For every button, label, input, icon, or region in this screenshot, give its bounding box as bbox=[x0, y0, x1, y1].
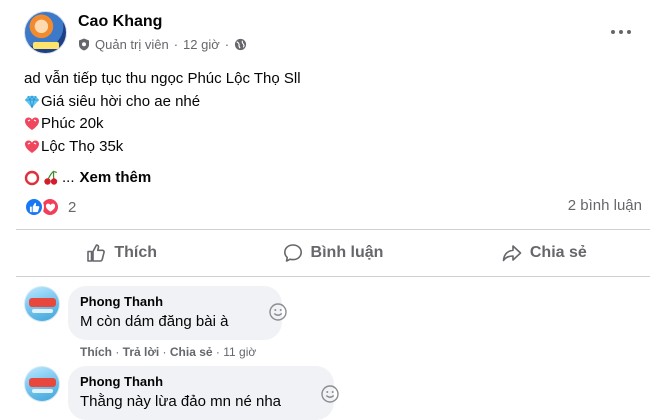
post-line-text: Phúc 20k bbox=[41, 115, 104, 132]
share-label: Chia sẻ bbox=[529, 244, 587, 261]
comment-bubble: Phong Thanh Thằng này lừa đảo mn né nha bbox=[68, 366, 334, 420]
post-line-text: Lộc Thọ 35k bbox=[41, 137, 124, 155]
commenter-avatar[interactable] bbox=[24, 286, 60, 322]
heart-icon bbox=[25, 140, 39, 153]
post-meta: Quản trị viên · 12 giờ · bbox=[78, 37, 247, 52]
comment-count-link[interactable]: 2 bình luận bbox=[568, 197, 642, 214]
meta-separator: · bbox=[224, 37, 230, 52]
post-actions: Thích Bình luận Chia sẻ bbox=[16, 232, 650, 274]
meta-separator: · bbox=[173, 37, 179, 52]
react-emoji-icon[interactable] bbox=[268, 302, 288, 322]
see-more-link[interactable]: Xem thêm bbox=[80, 167, 152, 190]
comment-like-link[interactable]: Thích bbox=[80, 345, 112, 359]
post-line-text: ad vẫn tiếp tục thu ngọc Phúc Lộc Thọ Sl… bbox=[24, 70, 301, 87]
comment-bubble: Phong Thanh M còn dám đăng bài à bbox=[68, 286, 282, 340]
cherries-icon bbox=[44, 170, 58, 185]
like-reaction-icon[interactable] bbox=[24, 197, 44, 217]
comment-share-link[interactable]: Chia sẻ bbox=[170, 345, 213, 359]
globe-icon[interactable] bbox=[234, 38, 247, 51]
dot bbox=[627, 30, 631, 34]
post-line: Lộc Thọ 35k bbox=[24, 136, 301, 159]
reactions-row: 2 2 bình luận bbox=[24, 196, 644, 218]
post-line: Giá siêu hời cho ae nhé bbox=[24, 91, 301, 114]
commenter-name[interactable]: Phong Thanh bbox=[80, 374, 322, 390]
comment-reply-link[interactable]: Trả lời bbox=[123, 345, 160, 359]
comment-bubble-icon bbox=[283, 244, 302, 262]
post-header: Cao Khang Quản trị viên · 12 giờ · bbox=[0, 0, 651, 60]
comment: Phong Thanh M còn dám đăng bài à Thích ·… bbox=[24, 286, 644, 366]
comment-label: Bình luận bbox=[310, 244, 384, 261]
admin-badge-icon bbox=[79, 38, 89, 51]
ellipsis: ... bbox=[62, 169, 75, 186]
like-button[interactable]: Thích bbox=[16, 232, 227, 274]
comment-actions: Thích · Trả lời · Chia sẻ · 11 giờ bbox=[80, 345, 257, 359]
commenter-name[interactable]: Phong Thanh bbox=[80, 294, 270, 310]
comment-text: Thằng này lừa đảo mn né nha bbox=[80, 393, 282, 410]
post-line-text: Giá siêu hời cho ae nhé bbox=[41, 92, 201, 110]
share-button[interactable]: Chia sẻ bbox=[439, 232, 650, 274]
comment-time[interactable]: 11 giờ bbox=[223, 345, 256, 359]
author-avatar[interactable] bbox=[24, 11, 67, 54]
more-options-button[interactable] bbox=[605, 20, 637, 44]
thumbs-up-icon bbox=[87, 244, 106, 262]
like-label: Thích bbox=[114, 244, 157, 261]
commenter-avatar[interactable] bbox=[24, 366, 60, 402]
diamond-icon bbox=[25, 94, 39, 108]
divider bbox=[16, 229, 650, 230]
post-line: Phúc 20k bbox=[24, 113, 301, 136]
see-more-row: ... Xem thêm bbox=[24, 167, 301, 190]
comment-text: M còn dám đăng bài à bbox=[80, 313, 229, 330]
author-name[interactable]: Cao Khang bbox=[78, 13, 162, 31]
heart-icon bbox=[25, 117, 39, 131]
comment-button[interactable]: Bình luận bbox=[227, 232, 438, 274]
dot bbox=[619, 30, 623, 34]
post-line: ad vẫn tiếp tục thu ngọc Phúc Lộc Thọ Sl… bbox=[24, 68, 301, 91]
reaction-count[interactable]: 2 bbox=[68, 199, 76, 216]
circle-icon bbox=[24, 171, 40, 186]
post-time[interactable]: 12 giờ bbox=[183, 37, 220, 52]
share-arrow-icon bbox=[502, 245, 522, 262]
react-emoji-icon[interactable] bbox=[320, 384, 340, 404]
comment: Phong Thanh Thằng này lừa đảo mn né nha bbox=[24, 366, 644, 420]
post-text: ad vẫn tiếp tục thu ngọc Phúc Lộc Thọ Sl… bbox=[24, 68, 301, 190]
divider bbox=[16, 276, 650, 277]
dot bbox=[611, 30, 615, 34]
author-role: Quản trị viên bbox=[95, 37, 169, 52]
